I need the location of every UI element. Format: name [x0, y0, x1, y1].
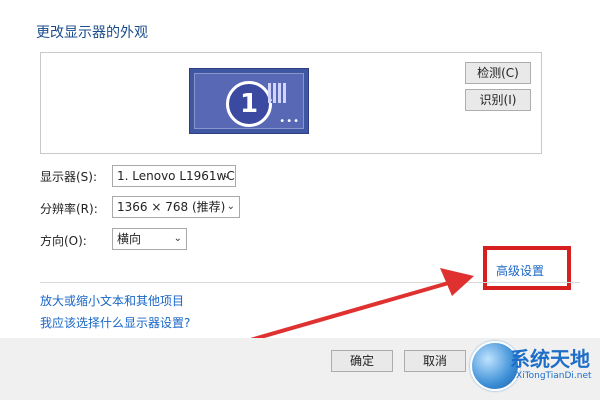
ok-button[interactable]: 确定	[331, 350, 393, 372]
watermark-logo: 系统天地 XiTongTianDi.net	[470, 335, 600, 395]
watermark-title: 系统天地	[510, 347, 590, 371]
cancel-button[interactable]: 取消	[404, 350, 466, 372]
arrow-shaft	[239, 280, 453, 345]
watermark-subtitle: XiTongTianDi.net	[516, 371, 592, 381]
